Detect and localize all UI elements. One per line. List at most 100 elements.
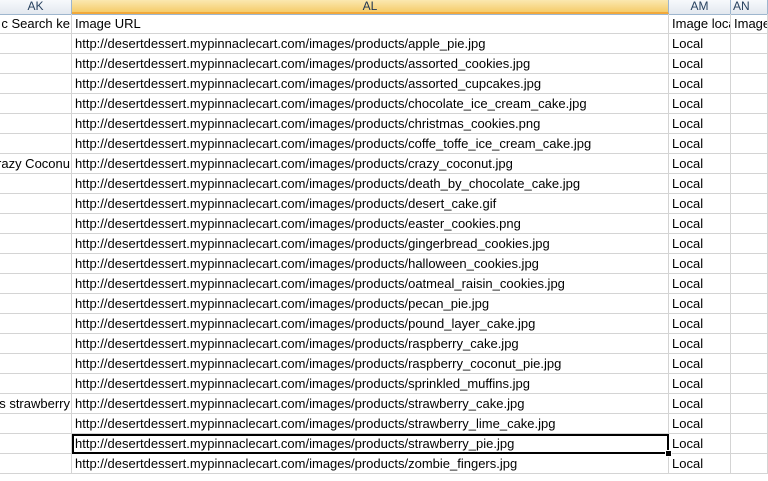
cell-image-location[interactable]: Local xyxy=(669,114,731,134)
cell-image-url[interactable]: http://desertdessert.mypinnaclecart.com/… xyxy=(72,214,669,234)
cell-an[interactable] xyxy=(731,274,768,294)
cell-ak[interactable] xyxy=(0,234,72,254)
cell-ak[interactable]: s strawberry xyxy=(0,394,72,414)
cell-ak-header[interactable]: c Search ke xyxy=(0,14,72,34)
cell-image-url-header[interactable]: Image URL xyxy=(72,14,669,34)
cell-image-location[interactable]: Local xyxy=(669,414,731,434)
cell-an[interactable] xyxy=(731,174,768,194)
active-cell-image-url[interactable]: http://desertdessert.mypinnaclecart.com/… xyxy=(72,434,669,454)
cell-an[interactable] xyxy=(731,354,768,374)
cell-ak[interactable] xyxy=(0,454,72,474)
cell-image-location[interactable]: Local xyxy=(669,234,731,254)
cell-ak[interactable] xyxy=(0,194,72,214)
table-row: http://desertdessert.mypinnaclecart.com/… xyxy=(0,234,768,254)
cell-an[interactable] xyxy=(731,294,768,314)
table-row: http://desertdessert.mypinnaclecart.com/… xyxy=(0,174,768,194)
cell-image-url[interactable]: http://desertdessert.mypinnaclecart.com/… xyxy=(72,194,669,214)
cell-an[interactable] xyxy=(731,234,768,254)
cell-ak[interactable] xyxy=(0,214,72,234)
cell-image-location[interactable]: Local xyxy=(669,134,731,154)
cell-image-url[interactable]: http://desertdessert.mypinnaclecart.com/… xyxy=(72,294,669,314)
cell-ak[interactable] xyxy=(0,414,72,434)
cell-image-location[interactable]: Local xyxy=(669,354,731,374)
cell-image-url[interactable]: http://desertdessert.mypinnaclecart.com/… xyxy=(72,414,669,434)
cell-an[interactable] xyxy=(731,314,768,334)
cell-image-url[interactable]: http://desertdessert.mypinnaclecart.com/… xyxy=(72,114,669,134)
cell-an[interactable] xyxy=(731,134,768,154)
cell-image-location[interactable]: Local xyxy=(669,154,731,174)
cell-image-url[interactable]: http://desertdessert.mypinnaclecart.com/… xyxy=(72,74,669,94)
cell-ak[interactable] xyxy=(0,134,72,154)
cell-image-location[interactable]: Local xyxy=(669,94,731,114)
cell-an[interactable] xyxy=(731,154,768,174)
cell-ak[interactable] xyxy=(0,74,72,94)
cell-image-location[interactable]: Local xyxy=(669,254,731,274)
cell-image-url[interactable]: http://desertdessert.mypinnaclecart.com/… xyxy=(72,334,669,354)
cell-an[interactable] xyxy=(731,434,768,454)
cell-ak[interactable] xyxy=(0,294,72,314)
cell-ak[interactable] xyxy=(0,174,72,194)
cell-ak[interactable] xyxy=(0,314,72,334)
cell-image-url[interactable]: http://desertdessert.mypinnaclecart.com/… xyxy=(72,454,669,474)
cell-image-url[interactable]: http://desertdessert.mypinnaclecart.com/… xyxy=(72,94,669,114)
cell-ak[interactable] xyxy=(0,334,72,354)
cell-an[interactable] xyxy=(731,194,768,214)
cell-image-location[interactable]: Local xyxy=(669,314,731,334)
cell-image-location[interactable]: Local xyxy=(669,454,731,474)
cell-image-url[interactable]: http://desertdessert.mypinnaclecart.com/… xyxy=(72,174,669,194)
cell-an[interactable] xyxy=(731,394,768,414)
cell-an[interactable] xyxy=(731,374,768,394)
cell-an[interactable] xyxy=(731,114,768,134)
fill-handle[interactable] xyxy=(665,450,672,457)
cell-image-url[interactable]: http://desertdessert.mypinnaclecart.com/… xyxy=(72,274,669,294)
column-header-ak[interactable]: AK xyxy=(0,0,72,14)
column-header-am[interactable]: AM xyxy=(669,0,731,14)
cell-image-url[interactable]: http://desertdessert.mypinnaclecart.com/… xyxy=(72,234,669,254)
table-row: razy Coconu http://desertdessert.mypinnac… xyxy=(0,154,768,174)
cell-image-url[interactable]: http://desertdessert.mypinnaclecart.com/… xyxy=(72,354,669,374)
cell-image-url[interactable]: http://desertdessert.mypinnaclecart.com/… xyxy=(72,154,669,174)
cell-an[interactable] xyxy=(731,414,768,434)
cell-image-url[interactable]: http://desertdessert.mypinnaclecart.com/… xyxy=(72,314,669,334)
cell-ak[interactable] xyxy=(0,34,72,54)
cell-an[interactable] xyxy=(731,54,768,74)
cell-image-location[interactable]: Local xyxy=(669,274,731,294)
cell-ak[interactable]: razy Coconu xyxy=(0,154,72,174)
cell-an-header[interactable]: Image xyxy=(731,14,768,34)
cell-image-location[interactable]: Local xyxy=(669,54,731,74)
cell-an[interactable] xyxy=(731,254,768,274)
cell-image-url[interactable]: http://desertdessert.mypinnaclecart.com/… xyxy=(72,254,669,274)
cell-image-location-header[interactable]: Image loca xyxy=(669,14,731,34)
cell-image-location[interactable]: Local xyxy=(669,294,731,314)
cell-an[interactable] xyxy=(731,74,768,94)
cell-image-url[interactable]: http://desertdessert.mypinnaclecart.com/… xyxy=(72,374,669,394)
cell-image-location[interactable]: Local xyxy=(669,394,731,414)
column-header-al[interactable]: AL xyxy=(72,0,669,14)
cell-image-url[interactable]: http://desertdessert.mypinnaclecart.com/… xyxy=(72,134,669,154)
cell-ak[interactable] xyxy=(0,54,72,74)
cell-image-location[interactable]: Local xyxy=(669,374,731,394)
cell-ak[interactable] xyxy=(0,114,72,134)
cell-image-location[interactable]: Local xyxy=(669,334,731,354)
cell-ak[interactable] xyxy=(0,434,72,454)
cell-ak[interactable] xyxy=(0,94,72,114)
cell-an[interactable] xyxy=(731,34,768,54)
cell-ak[interactable] xyxy=(0,254,72,274)
cell-ak[interactable] xyxy=(0,354,72,374)
cell-ak[interactable] xyxy=(0,274,72,294)
cell-image-url[interactable]: http://desertdessert.mypinnaclecart.com/… xyxy=(72,394,669,414)
cell-image-location[interactable]: Local xyxy=(669,174,731,194)
column-header-an[interactable]: AN xyxy=(731,0,768,14)
cell-image-location[interactable]: Local xyxy=(669,194,731,214)
cell-image-url[interactable]: http://desertdessert.mypinnaclecart.com/… xyxy=(72,34,669,54)
cell-an[interactable] xyxy=(731,214,768,234)
cell-image-location[interactable]: Local xyxy=(669,214,731,234)
cell-image-url[interactable]: http://desertdessert.mypinnaclecart.com/… xyxy=(72,54,669,74)
cell-image-location[interactable]: Local xyxy=(669,74,731,94)
cell-an[interactable] xyxy=(731,454,768,474)
cell-image-location[interactable]: Local xyxy=(669,34,731,54)
cell-an[interactable] xyxy=(731,334,768,354)
cell-an[interactable] xyxy=(731,94,768,114)
cell-ak[interactable] xyxy=(0,374,72,394)
cell-image-location[interactable]: Local xyxy=(669,434,731,454)
